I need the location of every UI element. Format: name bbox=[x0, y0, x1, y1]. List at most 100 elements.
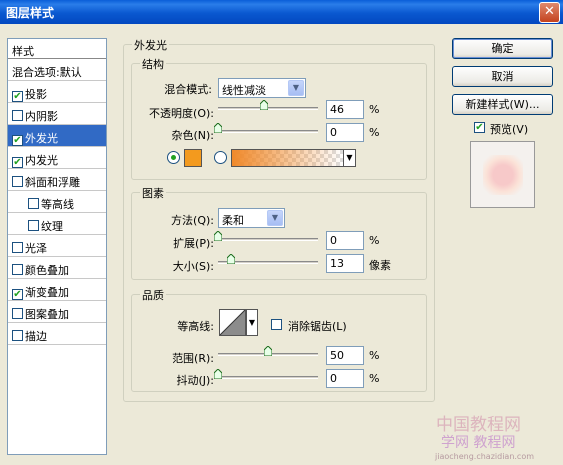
style-list-item[interactable]: 颜色叠加 bbox=[8, 257, 106, 279]
elements-title: 图素 bbox=[140, 185, 166, 201]
blend-mode-label: 混合模式: bbox=[164, 83, 212, 96]
style-list-item-label: 纹理 bbox=[41, 220, 63, 233]
color-swatch[interactable] bbox=[184, 149, 202, 167]
close-icon: ✕ bbox=[544, 4, 555, 19]
watermark-line3: jiaocheng.chazidian.com bbox=[435, 452, 535, 461]
style-list-item-label: 外发光 bbox=[25, 132, 58, 145]
opacity-slider-track[interactable] bbox=[218, 107, 318, 110]
spread-slider-track[interactable] bbox=[218, 238, 318, 241]
style-list-item[interactable]: 混合选项:默认 bbox=[8, 59, 106, 81]
style-preview-thumbnail bbox=[470, 141, 535, 208]
style-list-item[interactable]: ✔ 内发光 bbox=[8, 147, 106, 169]
window-title: 图层样式 bbox=[6, 6, 55, 20]
style-checkbox[interactable] bbox=[12, 110, 23, 121]
style-checkbox[interactable] bbox=[28, 198, 39, 209]
jitter-slider-track[interactable] bbox=[218, 376, 318, 379]
style-list-header: 样式 bbox=[8, 39, 106, 59]
cancel-button[interactable]: 取消 bbox=[452, 66, 553, 87]
size-label: 大小(S): bbox=[172, 260, 214, 273]
style-list-item[interactable]: 纹理 bbox=[8, 213, 106, 235]
size-slider-thumb[interactable] bbox=[227, 254, 235, 264]
style-list-item-label: 混合选项:默认 bbox=[12, 66, 82, 79]
spread-unit: % bbox=[369, 234, 380, 247]
contour-dropdown-icon[interactable]: ▼ bbox=[246, 309, 258, 336]
antialias-label: 消除锯齿(L) bbox=[288, 320, 347, 333]
spread-label: 扩展(P): bbox=[173, 237, 214, 250]
spread-slider-thumb[interactable] bbox=[214, 231, 222, 241]
blend-mode-value: 线性减淡 bbox=[222, 84, 266, 97]
blend-mode-select[interactable]: 线性减淡 ▼ bbox=[218, 78, 306, 98]
preview-checkbox[interactable]: ✔ bbox=[474, 122, 485, 133]
size-input[interactable]: 13 bbox=[326, 254, 364, 273]
chevron-down-icon: ▼ bbox=[288, 80, 304, 96]
opacity-input[interactable]: 46 bbox=[326, 100, 364, 119]
style-checkbox[interactable]: ✔ bbox=[12, 289, 23, 300]
style-list-item-label: 渐变叠加 bbox=[25, 286, 69, 299]
method-value: 柔和 bbox=[222, 214, 244, 227]
style-checkbox[interactable] bbox=[28, 220, 39, 231]
preview-swatch bbox=[483, 155, 523, 195]
noise-slider-thumb[interactable] bbox=[214, 123, 222, 133]
style-checkbox[interactable] bbox=[12, 176, 23, 187]
style-checkbox[interactable]: ✔ bbox=[12, 91, 23, 102]
style-list-item[interactable]: ✔ 外发光 bbox=[8, 125, 106, 147]
style-list-item[interactable]: 光泽 bbox=[8, 235, 106, 257]
color-radio[interactable] bbox=[167, 151, 180, 164]
contour-curve-icon bbox=[219, 309, 246, 336]
new-style-button[interactable]: 新建样式(W)... bbox=[452, 94, 553, 115]
style-list-item-label: 斜面和浮雕 bbox=[25, 176, 80, 189]
style-list-item-label: 图案叠加 bbox=[25, 308, 69, 321]
style-list-item-label: 颜色叠加 bbox=[25, 264, 69, 277]
title-bar: 图层样式 ✕ bbox=[0, 0, 563, 24]
gradient-radio[interactable] bbox=[214, 151, 227, 164]
style-checkbox[interactable] bbox=[12, 242, 23, 253]
style-list-item[interactable]: 等高线 bbox=[8, 191, 106, 213]
close-button[interactable]: ✕ bbox=[539, 2, 560, 23]
range-input[interactable]: 50 bbox=[326, 346, 364, 365]
range-slider-thumb[interactable] bbox=[264, 346, 272, 356]
chevron-down-icon: ▼ bbox=[267, 210, 283, 226]
contour-thumbnail[interactable] bbox=[219, 309, 246, 336]
size-unit: 像素 bbox=[369, 259, 391, 272]
style-list-item-label: 等高线 bbox=[41, 198, 74, 211]
style-list-item[interactable]: ✔ 渐变叠加 bbox=[8, 279, 106, 301]
spread-input[interactable]: 0 bbox=[326, 231, 364, 250]
style-list-item[interactable]: 内阴影 bbox=[8, 103, 106, 125]
style-list-item[interactable]: ✔ 投影 bbox=[8, 81, 106, 103]
gradient-dropdown-icon[interactable]: ▼ bbox=[343, 149, 356, 167]
style-list-item[interactable]: 描边 bbox=[8, 323, 106, 345]
style-checkbox[interactable] bbox=[12, 308, 23, 319]
noise-label: 杂色(N): bbox=[171, 129, 214, 142]
range-label: 范围(R): bbox=[172, 352, 214, 365]
jitter-slider-thumb[interactable] bbox=[214, 369, 222, 379]
method-select[interactable]: 柔和 ▼ bbox=[218, 208, 285, 228]
style-list-item-label: 内发光 bbox=[25, 154, 58, 167]
preview-label: 预览(V) bbox=[490, 123, 529, 136]
antialias-checkbox[interactable] bbox=[271, 319, 282, 330]
style-list-item-label: 光泽 bbox=[25, 242, 47, 255]
structure-title: 结构 bbox=[140, 56, 166, 72]
ok-button[interactable]: 确定 bbox=[452, 38, 553, 59]
style-checkbox[interactable]: ✔ bbox=[12, 135, 23, 146]
gradient-picker[interactable] bbox=[231, 149, 344, 167]
opacity-unit: % bbox=[369, 103, 380, 116]
noise-slider-track[interactable] bbox=[218, 130, 318, 133]
style-list-item-label: 投影 bbox=[25, 88, 47, 101]
style-list-item[interactable]: 图案叠加 bbox=[8, 301, 106, 323]
jitter-unit: % bbox=[369, 372, 380, 385]
jitter-label: 抖动(J): bbox=[176, 374, 214, 387]
style-checkbox[interactable] bbox=[12, 264, 23, 275]
style-list-item-label: 内阴影 bbox=[25, 110, 58, 123]
opacity-label: 不透明度(O): bbox=[149, 107, 214, 120]
outer-glow-title: 外发光 bbox=[132, 37, 169, 53]
opacity-slider-thumb[interactable] bbox=[260, 100, 268, 110]
style-list: 样式 混合选项:默认 ✔ 投影 内阴影 ✔ 外发光 ✔ 内发光 斜面和浮雕 等高线 纹理 光泽 颜色叠加… bbox=[7, 38, 107, 455]
noise-input[interactable]: 0 bbox=[326, 123, 364, 142]
style-list-item[interactable]: 斜面和浮雕 bbox=[8, 169, 106, 191]
style-checkbox[interactable]: ✔ bbox=[12, 157, 23, 168]
method-label: 方法(Q): bbox=[171, 214, 214, 227]
style-checkbox[interactable] bbox=[12, 330, 23, 341]
range-unit: % bbox=[369, 349, 380, 362]
contour-label: 等高线: bbox=[177, 320, 214, 333]
jitter-input[interactable]: 0 bbox=[326, 369, 364, 388]
